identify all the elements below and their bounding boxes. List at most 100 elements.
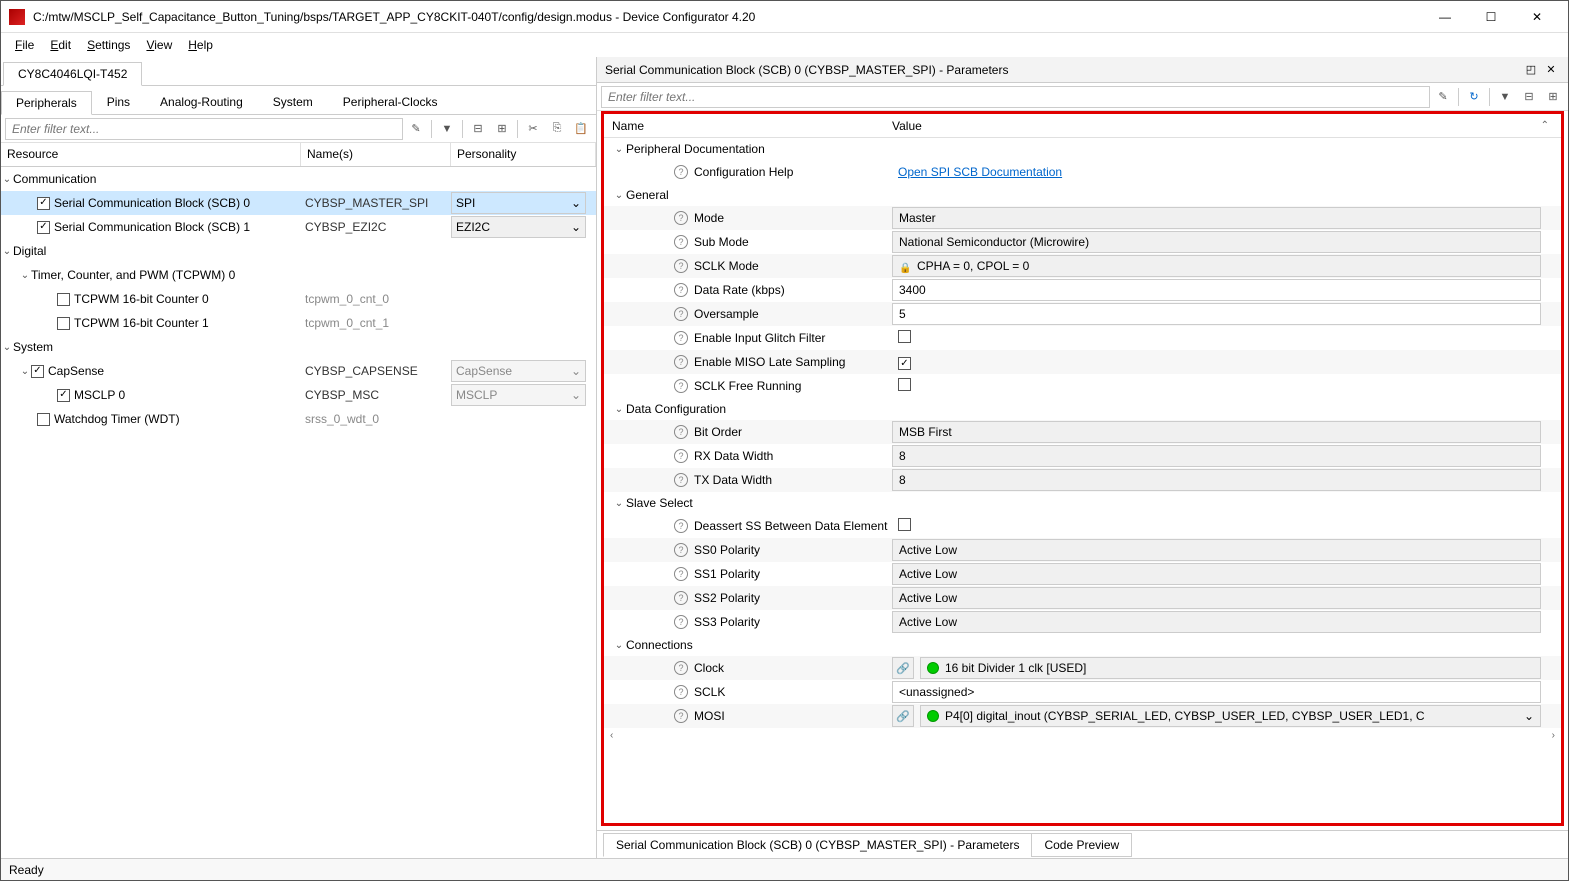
sclk-select[interactable]: <unassigned> bbox=[892, 681, 1541, 703]
name-cnt0[interactable]: tcpwm_0_cnt_0 bbox=[301, 292, 451, 306]
deassert-checkbox[interactable] bbox=[898, 518, 911, 531]
menu-settings[interactable]: Settings bbox=[81, 36, 136, 54]
tree-item-msclp[interactable]: MSCLP 0 CYBSP_MSC MSCLP⌄ bbox=[1, 383, 596, 407]
help-icon[interactable]: ? bbox=[674, 519, 688, 533]
copy-icon[interactable]: ⎘ bbox=[546, 118, 568, 140]
param-collapse-icon[interactable]: ⊟ bbox=[1518, 86, 1540, 108]
txwidth-select[interactable]: 8 bbox=[892, 469, 1541, 491]
menu-edit[interactable]: Edit bbox=[44, 36, 77, 54]
help-icon[interactable]: ? bbox=[674, 331, 688, 345]
help-icon[interactable]: ? bbox=[674, 449, 688, 463]
name-scb0[interactable]: CYBSP_MASTER_SPI bbox=[301, 196, 451, 210]
bitorder-select[interactable]: MSB First bbox=[892, 421, 1541, 443]
section-slave[interactable]: ⌄Slave Select bbox=[604, 492, 1561, 514]
help-icon[interactable]: ? bbox=[674, 709, 688, 723]
clear-filter-icon[interactable]: ✎ bbox=[405, 118, 427, 140]
panel-undock-icon[interactable]: ◰ bbox=[1522, 61, 1540, 79]
tree-item-scb0[interactable]: Serial Communication Block (SCB) 0 CYBSP… bbox=[1, 191, 596, 215]
tree-group-communication[interactable]: ⌄Communication bbox=[1, 167, 596, 191]
submode-select[interactable]: National Semiconductor (Microwire) bbox=[892, 231, 1541, 253]
hscroll-right-icon[interactable]: › bbox=[1552, 730, 1555, 741]
mosi-link-icon[interactable]: 🔗 bbox=[892, 705, 914, 727]
checkbox-scb0[interactable] bbox=[37, 197, 50, 210]
tree-group-system[interactable]: ⌄System bbox=[1, 335, 596, 359]
checkbox-cnt0[interactable] bbox=[57, 293, 70, 306]
help-icon[interactable]: ? bbox=[674, 235, 688, 249]
tab-clocks[interactable]: Peripheral-Clocks bbox=[328, 90, 453, 114]
oversample-input[interactable]: 5 bbox=[892, 303, 1541, 325]
help-icon[interactable]: ? bbox=[674, 211, 688, 225]
param-body[interactable]: ⌄Peripheral Documentation ?Configuration… bbox=[604, 138, 1561, 823]
checkbox-msclp[interactable] bbox=[57, 389, 70, 402]
personality-msclp[interactable]: MSCLP⌄ bbox=[451, 384, 586, 406]
section-general[interactable]: ⌄General bbox=[604, 184, 1561, 206]
menu-file[interactable]: File bbox=[9, 36, 40, 54]
name-scb1[interactable]: CYBSP_EZI2C bbox=[301, 220, 451, 234]
help-icon[interactable]: ? bbox=[674, 259, 688, 273]
checkbox-cnt1[interactable] bbox=[57, 317, 70, 330]
param-filter-input[interactable] bbox=[601, 86, 1430, 108]
help-icon[interactable]: ? bbox=[674, 661, 688, 675]
tab-pins[interactable]: Pins bbox=[92, 90, 145, 114]
help-icon[interactable]: ? bbox=[674, 379, 688, 393]
name-msclp[interactable]: CYBSP_MSC bbox=[301, 388, 451, 402]
close-button[interactable]: ✕ bbox=[1514, 1, 1560, 33]
clock-select[interactable]: 16 bit Divider 1 clk [USED] bbox=[920, 657, 1541, 679]
filter-input[interactable] bbox=[5, 118, 403, 140]
filter-icon[interactable]: ▼ bbox=[436, 118, 458, 140]
help-icon[interactable]: ? bbox=[674, 473, 688, 487]
name-cnt1[interactable]: tcpwm_0_cnt_1 bbox=[301, 316, 451, 330]
tree-group-digital[interactable]: ⌄Digital bbox=[1, 239, 596, 263]
freerun-checkbox[interactable] bbox=[898, 378, 911, 391]
menu-view[interactable]: View bbox=[140, 36, 178, 54]
rxwidth-select[interactable]: 8 bbox=[892, 445, 1541, 467]
tree-group-tcpwm[interactable]: ⌄Timer, Counter, and PWM (TCPWM) 0 bbox=[1, 263, 596, 287]
minimize-button[interactable]: — bbox=[1422, 1, 1468, 33]
bottom-tab-code[interactable]: Code Preview bbox=[1031, 833, 1132, 857]
clock-link-icon[interactable]: 🔗 bbox=[892, 657, 914, 679]
hscroll-left-icon[interactable]: ‹ bbox=[610, 730, 613, 741]
help-icon[interactable]: ? bbox=[674, 425, 688, 439]
mosi-select[interactable]: P4[0] digital_inout (CYBSP_SERIAL_LED, C… bbox=[920, 705, 1541, 727]
menu-help[interactable]: Help bbox=[182, 36, 219, 54]
datarate-input[interactable]: 3400 bbox=[892, 279, 1541, 301]
paste-icon[interactable]: 📋 bbox=[570, 118, 592, 140]
checkbox-wdt[interactable] bbox=[37, 413, 50, 426]
tree-item-cnt0[interactable]: TCPWM 16-bit Counter 0 tcpwm_0_cnt_0 bbox=[1, 287, 596, 311]
tab-analog[interactable]: Analog-Routing bbox=[145, 90, 258, 114]
refresh-icon[interactable]: ↻ bbox=[1463, 86, 1485, 108]
name-wdt[interactable]: srss_0_wdt_0 bbox=[301, 412, 451, 426]
section-connections[interactable]: ⌄Connections bbox=[604, 634, 1561, 656]
panel-close-icon[interactable]: ✕ bbox=[1542, 61, 1560, 79]
clear-param-filter-icon[interactable]: ✎ bbox=[1432, 86, 1454, 108]
checkbox-capsense[interactable] bbox=[31, 365, 44, 378]
ss3-select[interactable]: Active Low bbox=[892, 611, 1541, 633]
device-tab[interactable]: CY8C4046LQI-T452 bbox=[3, 62, 142, 86]
help-icon[interactable]: ? bbox=[674, 283, 688, 297]
glitch-checkbox[interactable] bbox=[898, 330, 911, 343]
section-datacfg[interactable]: ⌄Data Configuration bbox=[604, 398, 1561, 420]
bottom-tab-params[interactable]: Serial Communication Block (SCB) 0 (CYBS… bbox=[603, 833, 1032, 857]
tree-item-wdt[interactable]: Watchdog Timer (WDT) srss_0_wdt_0 bbox=[1, 407, 596, 431]
personality-scb0[interactable]: SPI⌄ bbox=[451, 192, 586, 214]
scroll-up-icon[interactable]: ⌃ bbox=[1537, 120, 1553, 131]
checkbox-scb1[interactable] bbox=[37, 221, 50, 234]
tab-peripherals[interactable]: Peripherals bbox=[1, 91, 92, 115]
ss1-select[interactable]: Active Low bbox=[892, 563, 1541, 585]
doc-link[interactable]: Open SPI SCB Documentation bbox=[892, 165, 1062, 179]
personality-scb1[interactable]: EZI2C⌄ bbox=[451, 216, 586, 238]
help-icon[interactable]: ? bbox=[674, 567, 688, 581]
tree-item-cnt1[interactable]: TCPWM 16-bit Counter 1 tcpwm_0_cnt_1 bbox=[1, 311, 596, 335]
help-icon[interactable]: ? bbox=[674, 615, 688, 629]
collapse-icon[interactable]: ⊟ bbox=[467, 118, 489, 140]
cut-icon[interactable]: ✂ bbox=[522, 118, 544, 140]
personality-capsense[interactable]: CapSense⌄ bbox=[451, 360, 586, 382]
help-icon[interactable]: ? bbox=[674, 355, 688, 369]
expand-icon[interactable]: ⊞ bbox=[491, 118, 513, 140]
ss2-select[interactable]: Active Low bbox=[892, 587, 1541, 609]
name-capsense[interactable]: CYBSP_CAPSENSE bbox=[301, 364, 451, 378]
help-icon[interactable]: ? bbox=[674, 685, 688, 699]
mode-select[interactable]: Master bbox=[892, 207, 1541, 229]
param-filter-icon[interactable]: ▼ bbox=[1494, 86, 1516, 108]
help-icon[interactable]: ? bbox=[674, 165, 688, 179]
